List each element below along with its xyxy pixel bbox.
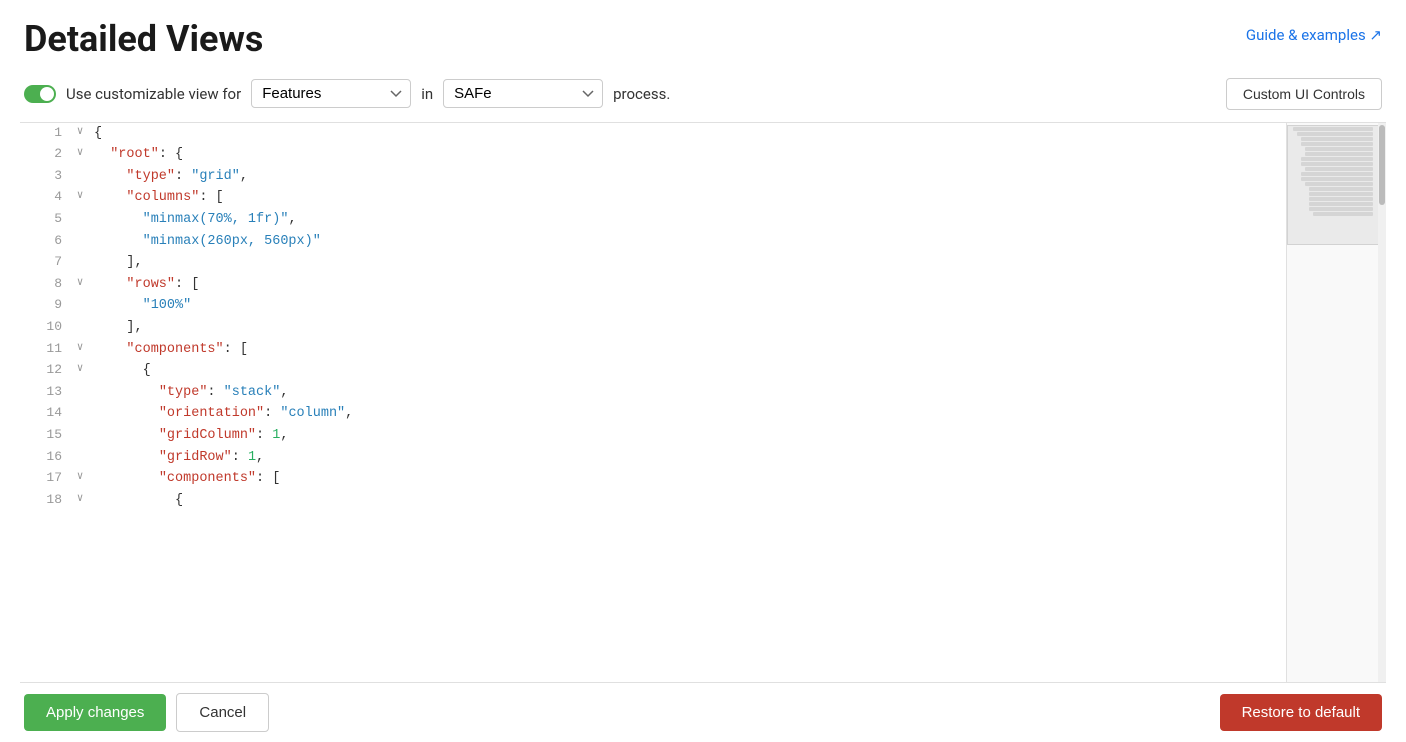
table-row: 4∨ "columns": [ bbox=[20, 187, 1286, 209]
restore-default-button[interactable]: Restore to default bbox=[1220, 694, 1382, 731]
fold-button[interactable]: ∨ bbox=[70, 123, 90, 145]
fold-button bbox=[70, 425, 90, 447]
toggle-label: Use customizable view for bbox=[66, 85, 241, 103]
fold-button[interactable]: ∨ bbox=[70, 468, 90, 490]
code-line-content: "type": "stack", bbox=[90, 382, 1286, 404]
code-line-content: "100%" bbox=[90, 295, 1286, 317]
code-line-content: { bbox=[90, 360, 1286, 382]
code-area[interactable]: 1∨{2∨ "root": {3 "type": "grid",4∨ "colu… bbox=[20, 123, 1286, 682]
apply-changes-button[interactable]: Apply changes bbox=[24, 694, 166, 731]
table-row: 11∨ "components": [ bbox=[20, 339, 1286, 361]
fold-button[interactable]: ∨ bbox=[70, 339, 90, 361]
line-number: 7 bbox=[20, 252, 70, 274]
table-row: 10 ], bbox=[20, 317, 1286, 339]
scrollbar-thumb[interactable] bbox=[1379, 125, 1385, 205]
line-number: 14 bbox=[20, 403, 70, 425]
guide-link[interactable]: Guide & examples ↗ bbox=[1246, 26, 1382, 44]
page-header: Detailed Views Guide & examples ↗ bbox=[0, 0, 1406, 70]
minimap bbox=[1286, 123, 1386, 682]
fold-button[interactable]: ∨ bbox=[70, 274, 90, 296]
code-line-content: { bbox=[90, 490, 1286, 512]
fold-button bbox=[70, 382, 90, 404]
fold-button bbox=[70, 295, 90, 317]
fold-button[interactable]: ∨ bbox=[70, 187, 90, 209]
footer-left: Apply changes Cancel bbox=[24, 693, 269, 732]
line-number: 17 bbox=[20, 468, 70, 490]
table-row: 7 ], bbox=[20, 252, 1286, 274]
table-row: 5 "minmax(70%, 1fr)", bbox=[20, 209, 1286, 231]
toolbar: Use customizable view for Features Stori… bbox=[0, 70, 1406, 122]
line-number: 11 bbox=[20, 339, 70, 361]
fold-button bbox=[70, 317, 90, 339]
table-row: 14 "orientation": "column", bbox=[20, 403, 1286, 425]
minimap-viewport bbox=[1287, 125, 1386, 245]
line-number: 15 bbox=[20, 425, 70, 447]
line-number: 13 bbox=[20, 382, 70, 404]
code-line-content: "root": { bbox=[90, 144, 1286, 166]
code-line-content: { bbox=[90, 123, 1286, 145]
line-number: 18 bbox=[20, 490, 70, 512]
process-label: process. bbox=[613, 85, 670, 103]
table-row: 15 "gridColumn": 1, bbox=[20, 425, 1286, 447]
fold-button bbox=[70, 209, 90, 231]
code-line-content: "minmax(260px, 560px)" bbox=[90, 231, 1286, 253]
line-number: 8 bbox=[20, 274, 70, 296]
fold-button bbox=[70, 403, 90, 425]
table-row: 3 "type": "grid", bbox=[20, 166, 1286, 188]
fold-button[interactable]: ∨ bbox=[70, 144, 90, 166]
line-number: 6 bbox=[20, 231, 70, 253]
customizable-view-toggle[interactable] bbox=[24, 85, 56, 103]
code-table: 1∨{2∨ "root": {3 "type": "grid",4∨ "colu… bbox=[20, 123, 1286, 512]
line-number: 9 bbox=[20, 295, 70, 317]
code-line-content: "orientation": "column", bbox=[90, 403, 1286, 425]
code-line-content: "components": [ bbox=[90, 468, 1286, 490]
page-title: Detailed Views bbox=[24, 20, 263, 60]
in-label: in bbox=[421, 85, 433, 103]
table-row: 8∨ "rows": [ bbox=[20, 274, 1286, 296]
code-line-content: ], bbox=[90, 252, 1286, 274]
line-number: 16 bbox=[20, 447, 70, 469]
line-number: 2 bbox=[20, 144, 70, 166]
cancel-button[interactable]: Cancel bbox=[176, 693, 269, 732]
footer: Apply changes Cancel Restore to default bbox=[0, 683, 1406, 742]
code-line-content: "gridRow": 1, bbox=[90, 447, 1286, 469]
table-row: 1∨{ bbox=[20, 123, 1286, 145]
table-row: 13 "type": "stack", bbox=[20, 382, 1286, 404]
fold-button bbox=[70, 252, 90, 274]
line-number: 1 bbox=[20, 123, 70, 145]
table-row: 16 "gridRow": 1, bbox=[20, 447, 1286, 469]
fold-button[interactable]: ∨ bbox=[70, 490, 90, 512]
fold-button bbox=[70, 231, 90, 253]
table-row: 2∨ "root": { bbox=[20, 144, 1286, 166]
line-number: 10 bbox=[20, 317, 70, 339]
code-line-content: "columns": [ bbox=[90, 187, 1286, 209]
code-line-content: "minmax(70%, 1fr)", bbox=[90, 209, 1286, 231]
line-number: 3 bbox=[20, 166, 70, 188]
code-line-content: "rows": [ bbox=[90, 274, 1286, 296]
table-row: 18∨ { bbox=[20, 490, 1286, 512]
code-editor: 1∨{2∨ "root": {3 "type": "grid",4∨ "colu… bbox=[20, 122, 1386, 683]
fold-button bbox=[70, 447, 90, 469]
fold-button[interactable]: ∨ bbox=[70, 360, 90, 382]
table-row: 9 "100%" bbox=[20, 295, 1286, 317]
features-select[interactable]: Features Stories Epics Capabilities bbox=[251, 79, 411, 108]
line-number: 12 bbox=[20, 360, 70, 382]
line-number: 4 bbox=[20, 187, 70, 209]
table-row: 17∨ "components": [ bbox=[20, 468, 1286, 490]
table-row: 6 "minmax(260px, 560px)" bbox=[20, 231, 1286, 253]
code-line-content: "type": "grid", bbox=[90, 166, 1286, 188]
custom-ui-controls-button[interactable]: Custom UI Controls bbox=[1226, 78, 1382, 110]
fold-button bbox=[70, 166, 90, 188]
code-line-content: "gridColumn": 1, bbox=[90, 425, 1286, 447]
code-line-content: "components": [ bbox=[90, 339, 1286, 361]
table-row: 12∨ { bbox=[20, 360, 1286, 382]
line-number: 5 bbox=[20, 209, 70, 231]
scrollbar-track[interactable] bbox=[1378, 123, 1386, 682]
safe-select[interactable]: SAFe Scrum Kanban bbox=[443, 79, 603, 108]
code-line-content: ], bbox=[90, 317, 1286, 339]
